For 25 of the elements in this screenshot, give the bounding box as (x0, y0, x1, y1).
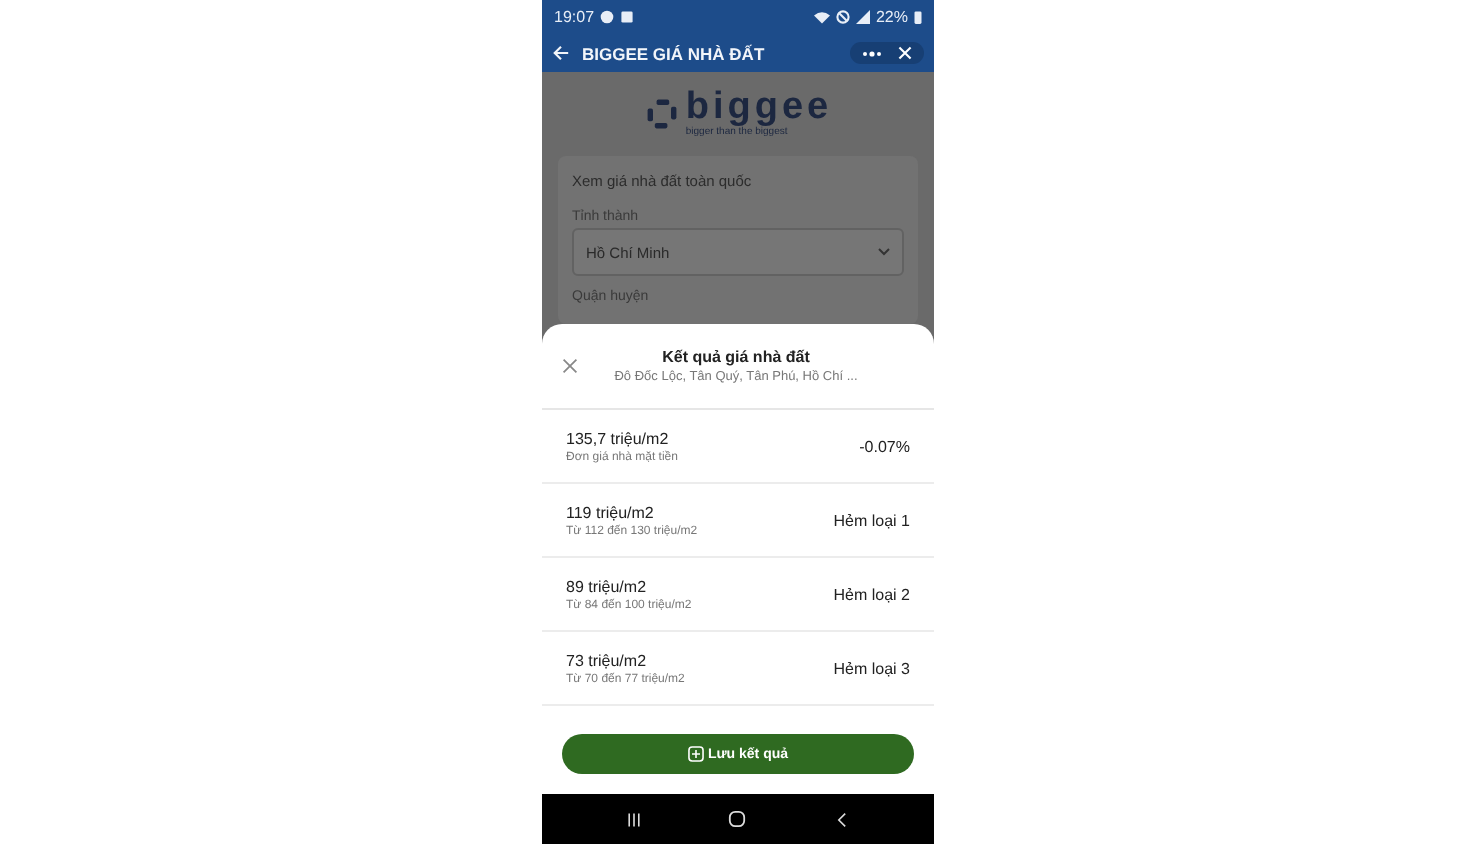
chevron-down-icon (878, 248, 890, 256)
price-tag: Hẻm loại 3 (833, 659, 910, 677)
price-text: 135,7 triệu/m2 (566, 429, 671, 447)
logo-wordmark: biggee (685, 89, 833, 125)
price-text: 73 triệu/m2 (566, 651, 649, 669)
price-tag: -0.07% (859, 437, 910, 455)
signal-icon (855, 10, 870, 24)
status-time: 19:07 (554, 8, 595, 26)
recent-apps-icon[interactable] (625, 811, 642, 827)
price-text: 89 triệu/m2 (566, 577, 649, 595)
more-dots-icon[interactable] (862, 49, 882, 57)
wifi-icon (813, 10, 830, 24)
plus-square-icon (687, 746, 704, 762)
sheet-title: Kết quả giá nhà đất (662, 348, 810, 366)
capsule-menu[interactable] (850, 42, 924, 64)
price-text: 119 triệu/m2 (566, 503, 656, 521)
app-title: BIGGEE GIÁ NHÀ ĐẤT (582, 43, 767, 63)
battery-icon (914, 10, 922, 24)
home-icon[interactable] (728, 810, 747, 828)
back-arrow-icon[interactable] (552, 44, 570, 62)
back-icon[interactable] (834, 811, 851, 827)
price-tag: Hẻm loại 2 (833, 585, 910, 603)
battery-percent: 22% (875, 8, 908, 26)
logo-mark-icon (643, 96, 680, 132)
price-tag: Hẻm loại 1 (833, 511, 910, 529)
